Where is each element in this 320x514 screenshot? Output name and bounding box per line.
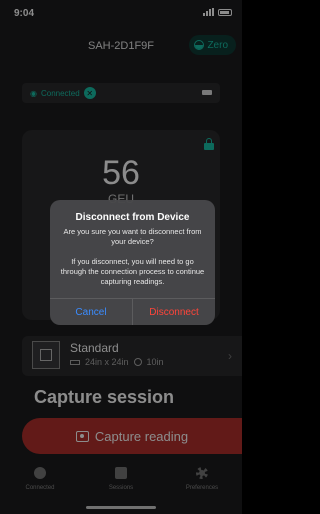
app-screen: 9:04 SAH-2D1F9F Zero ◉ Connected ✕ 56 GE… <box>0 0 242 514</box>
alert-detail: If you disconnect, you will need to go t… <box>60 257 205 286</box>
alert-title: Disconnect from Device <box>75 212 190 223</box>
disconnect-alert: Disconnect from Device Are you sure you … <box>50 200 215 325</box>
alert-actions: Cancel Disconnect <box>50 298 215 325</box>
cancel-button[interactable]: Cancel <box>50 299 133 325</box>
disconnect-button[interactable]: Disconnect <box>133 299 215 325</box>
alert-message: Are you sure you want to disconnect from… <box>63 227 202 246</box>
